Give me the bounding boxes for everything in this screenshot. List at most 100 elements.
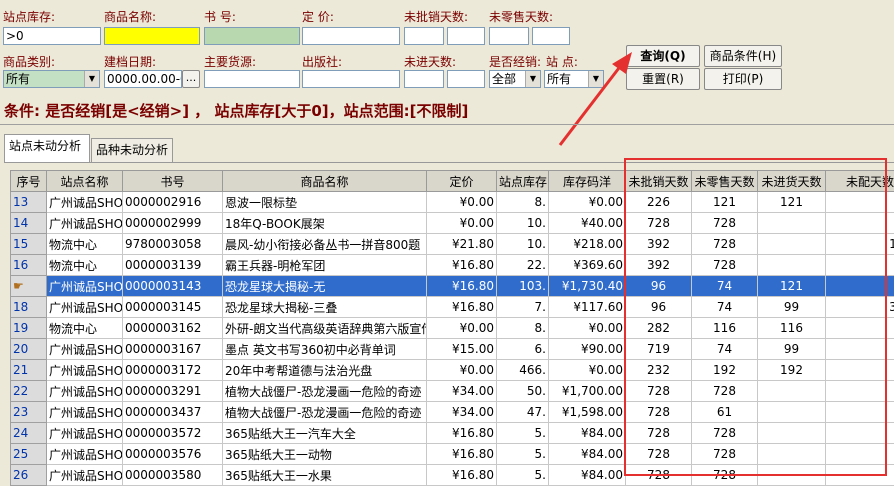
build-date-picker-button[interactable]: ... <box>182 70 200 88</box>
table-cell: 728 <box>626 381 692 402</box>
product-name-label: 商品名称: <box>104 8 156 25</box>
column-header[interactable]: 库存码洋 <box>549 171 626 192</box>
chevron-down-icon[interactable]: ▼ <box>84 71 99 87</box>
table-cell: 121 <box>758 276 826 297</box>
table-cell: 恩波一限标垫 <box>223 192 427 213</box>
column-header[interactable]: 序号 <box>11 171 47 192</box>
table-cell <box>826 360 894 381</box>
table-row[interactable]: 21广州诚品SHO000000317220年中考帮道德与法治光盘¥0.00466… <box>11 360 894 381</box>
no-inbound-days-from-input[interactable] <box>404 70 444 88</box>
column-header[interactable]: 未进货天数 <box>758 171 826 192</box>
main-supplier-input[interactable] <box>204 70 300 88</box>
table-row[interactable]: 25广州诚品SHO0000003576365贴纸大王一动物¥16.805.¥84… <box>11 444 894 465</box>
table-row[interactable]: 19物流中心0000003162外研-朗文当代高级英语辞典第六版宣传¥0.008… <box>11 318 894 339</box>
table-cell: 0000003167 <box>123 339 223 360</box>
table-cell: 20 <box>11 339 47 360</box>
table-cell: 466. <box>497 360 549 381</box>
table-row[interactable]: 22广州诚品SHO0000003291植物大战僵尸-恐龙漫画一危险的奇迹¥34.… <box>11 381 894 402</box>
table-cell: 13 <box>11 192 47 213</box>
no-inbound-days-to-input[interactable] <box>447 70 485 88</box>
column-header[interactable]: 站点名称 <box>47 171 123 192</box>
unsold-days-to-input[interactable] <box>447 27 485 45</box>
table-cell: 192 <box>758 360 826 381</box>
table-cell: 50. <box>497 381 549 402</box>
tab-site-inactive-analysis[interactable]: 站点未动分析 <box>4 134 90 163</box>
price-label: 定 价: <box>302 8 334 25</box>
table-cell: 广州诚品SHO <box>47 360 123 381</box>
table-cell: 0000002999 <box>123 213 223 234</box>
build-date-input[interactable]: 0000.00.00-0 <box>104 70 182 88</box>
table-row[interactable]: 14广州诚品SHO000000299918年Q-BOOK展架¥0.0010.¥4… <box>11 213 894 234</box>
category-select[interactable]: 所有 ▼ <box>3 70 100 88</box>
column-header[interactable]: 书号 <box>123 171 223 192</box>
book-no-input[interactable] <box>204 27 300 45</box>
tab-variety-inactive-analysis[interactable]: 品种未动分析 <box>91 138 173 162</box>
table-row[interactable]: 18广州诚品SHO0000003145恐龙星球大揭秘-三叠¥16.807.¥11… <box>11 297 894 318</box>
unsold-days-label: 未批销天数: <box>404 8 468 25</box>
table-cell: 728 <box>626 465 692 486</box>
table-cell <box>826 381 894 402</box>
table-cell: 0000003162 <box>123 318 223 339</box>
table-cell: ¥0.00 <box>427 318 497 339</box>
table-cell: 0000003172 <box>123 360 223 381</box>
no-inbound-days-label: 未进天数: <box>404 53 456 70</box>
table-cell: ¥16.80 <box>427 423 497 444</box>
table-cell: 9780003058 <box>123 234 223 255</box>
unretail-days-from-input[interactable] <box>489 27 529 45</box>
table-cell: 外研-朗文当代高级英语辞典第六版宣传 <box>223 318 427 339</box>
table-cell <box>826 255 894 276</box>
table-cell: 0000003572 <box>123 423 223 444</box>
table-cell: 7. <box>497 297 549 318</box>
price-input[interactable] <box>302 27 400 45</box>
table-row[interactable]: 24广州诚品SHO0000003572365贴纸大王一汽车大全¥16.805.¥… <box>11 423 894 444</box>
table-cell: 26 <box>11 465 47 486</box>
tab-baseline <box>4 162 894 163</box>
table-cell: 728 <box>626 444 692 465</box>
table-cell: ¥0.00 <box>427 213 497 234</box>
table-cell: ¥1,730.40 <box>549 276 626 297</box>
product-name-input[interactable] <box>104 27 200 45</box>
inactive-analysis-table: 序号站点名称书号商品名称定价站点库存库存码洋未批销天数未零售天数未进货天数未配天… <box>10 170 894 486</box>
table-cell: 广州诚品SHO <box>47 465 123 486</box>
table-cell <box>758 423 826 444</box>
column-header[interactable]: 站点库存 <box>497 171 549 192</box>
chevron-down-icon[interactable]: ▼ <box>525 71 540 87</box>
table-row[interactable]: 13广州诚品SHO0000002916恩波一限标垫¥0.008.¥0.00226… <box>11 192 894 213</box>
product-condition-button[interactable]: 商品条件(H) <box>704 45 782 67</box>
publisher-input[interactable] <box>302 70 400 88</box>
table-cell: 121 <box>692 192 758 213</box>
table-cell <box>826 444 894 465</box>
table-row[interactable]: 16物流中心0000003139霸王兵器-明枪军团¥16.8022.¥369.6… <box>11 255 894 276</box>
table-row[interactable]: 26广州诚品SHO0000003580365贴纸大王一水果¥16.805.¥84… <box>11 465 894 486</box>
table-cell: ¥40.00 <box>549 213 626 234</box>
table-cell: ¥1,598.00 <box>549 402 626 423</box>
build-date-label: 建档日期: <box>104 53 156 70</box>
table-cell: 99 <box>758 339 826 360</box>
column-header[interactable]: 定价 <box>427 171 497 192</box>
table-row[interactable]: 20广州诚品SHO0000003167墨点 英文书写360初中必背单词¥15.0… <box>11 339 894 360</box>
table-cell: 365贴纸大王一水果 <box>223 465 427 486</box>
column-header[interactable]: 未配天数 <box>826 171 894 192</box>
table-cell: ¥16.80 <box>427 465 497 486</box>
table-cell <box>758 234 826 255</box>
table-cell: 0000003145 <box>123 297 223 318</box>
column-header[interactable]: 商品名称 <box>223 171 427 192</box>
table-cell: 0000003576 <box>123 444 223 465</box>
book-no-label: 书 号: <box>204 8 236 25</box>
table-row[interactable]: 23广州诚品SHO0000003437植物大战僵尸-恐龙漫画一危险的奇迹¥34.… <box>11 402 894 423</box>
column-header[interactable]: 未零售天数 <box>692 171 758 192</box>
table-cell: ¥84.00 <box>549 423 626 444</box>
unsold-days-from-input[interactable] <box>404 27 444 45</box>
column-header[interactable]: 未批销天数 <box>626 171 692 192</box>
table-row[interactable]: ☛广州诚品SHO0000003143恐龙星球大揭秘-无¥16.80103.¥1,… <box>11 276 894 297</box>
site-stock-input[interactable]: >0 <box>3 27 101 45</box>
is-consign-select[interactable]: 全部 ▼ <box>489 70 541 88</box>
table-row[interactable]: 15物流中心9780003058晨风-幼小衔接必备丛书一拼音800题¥21.80… <box>11 234 894 255</box>
unretail-days-to-input[interactable] <box>532 27 570 45</box>
table-cell: 96 <box>626 276 692 297</box>
table-cell: 22. <box>497 255 549 276</box>
print-button[interactable]: 打印(P) <box>704 68 782 90</box>
table-cell <box>758 255 826 276</box>
table-cell: 8. <box>497 192 549 213</box>
table-cell <box>826 213 894 234</box>
